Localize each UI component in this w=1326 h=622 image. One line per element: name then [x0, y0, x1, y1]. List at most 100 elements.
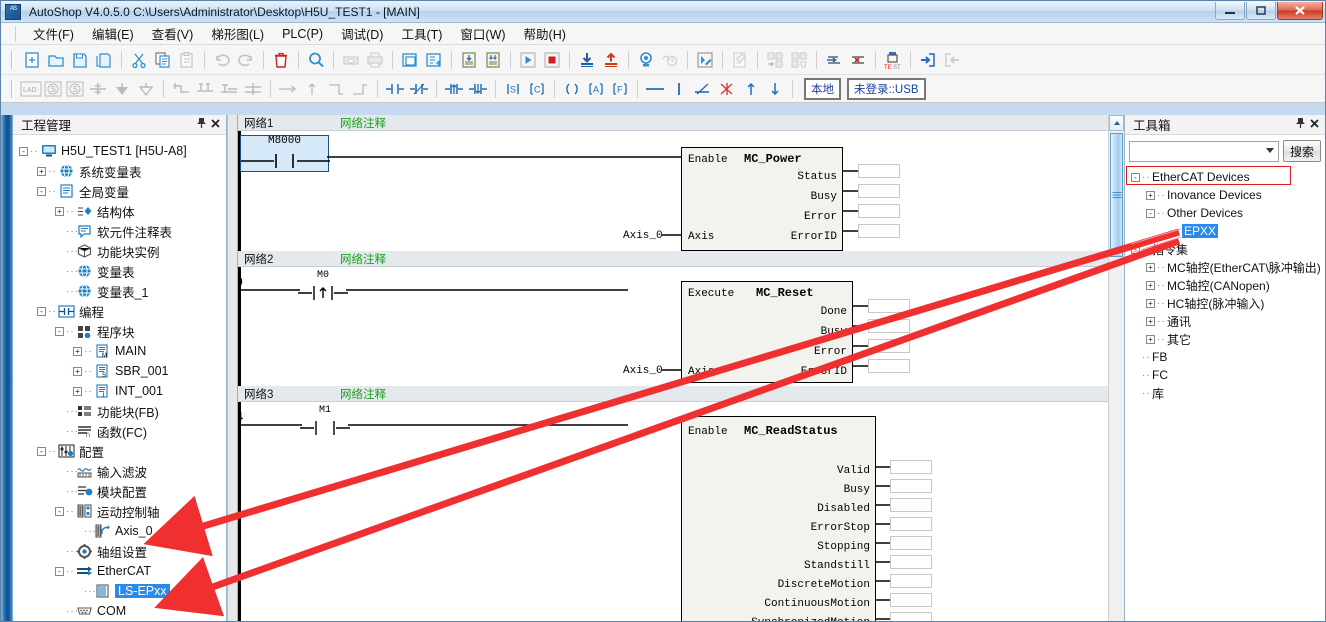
tree-item-[interactable]: ··· 输入滤波 [19, 461, 226, 481]
branch-right-icon[interactable] [169, 78, 193, 100]
network-2-output-3-value[interactable] [868, 359, 910, 373]
write-mode-icon[interactable] [693, 49, 717, 71]
undo-icon[interactable] [210, 49, 234, 71]
contact-nc-icon[interactable] [407, 78, 431, 100]
tree-item-[interactable]: ··· 变量表 [19, 261, 226, 281]
line-horizontal-icon[interactable] [276, 78, 300, 100]
collapse-toggle-icon[interactable]: - [1131, 172, 1140, 182]
line-up-icon[interactable] [300, 78, 324, 100]
test-usb-icon[interactable]: TE ST [881, 49, 905, 71]
upload-from-plc-icon[interactable] [599, 49, 623, 71]
close-icon[interactable] [208, 118, 222, 132]
expand-toggle-icon[interactable]: + [73, 346, 82, 356]
menu-help[interactable]: 帮助(H) [515, 22, 575, 45]
network-1-output-1-value[interactable] [858, 184, 900, 198]
network-1-contact[interactable]: M8000 [240, 135, 330, 172]
open-folder-icon[interactable] [44, 49, 68, 71]
contact-no-icon[interactable] [383, 78, 407, 100]
tree-item-[interactable]: ··· 模块配置 [19, 481, 226, 501]
collapse-toggle-icon[interactable]: - [55, 326, 64, 336]
delete-vline-icon[interactable] [715, 78, 739, 100]
collapse-toggle-icon[interactable]: - [55, 566, 64, 576]
insert-row-icon[interactable] [822, 49, 846, 71]
network-2-axis-value[interactable]: Axis_0 [623, 365, 663, 377]
logout-icon[interactable] [940, 49, 964, 71]
toolbox-tree[interactable]: - ·· EtherCAT Devices + ·· Inovance Devices - ·… [1125, 166, 1325, 402]
expand-toggle-icon[interactable]: + [1146, 316, 1155, 326]
monitor-clock-icon[interactable] [658, 49, 682, 71]
insert-vertical-icon[interactable] [86, 78, 110, 100]
tree-item-[interactable]: ··· 功能块实例 [19, 241, 226, 261]
expand-toggle-icon[interactable]: + [1146, 298, 1155, 308]
tree-item-main[interactable]: + ·· M MAIN [19, 341, 226, 361]
login-icon[interactable] [916, 49, 940, 71]
tree-item-[interactable]: ··· 软元件注释表 [19, 221, 226, 241]
window-export-icon[interactable] [422, 49, 446, 71]
coil-icon[interactable] [560, 78, 584, 100]
apply-a-icon[interactable]: A [584, 78, 608, 100]
tree-item-int-001[interactable]: + ·· I INT_001 [19, 381, 226, 401]
tree-item-ls-epxx[interactable]: ··· LS-EPxx [19, 581, 226, 601]
redo-icon[interactable] [234, 49, 258, 71]
menu-window[interactable]: 窗口(W) [451, 22, 514, 45]
copy-icon[interactable] [151, 49, 175, 71]
network-3-output-4-value[interactable] [890, 536, 932, 550]
project-tree[interactable]: - ·· H5U_TEST1 [H5U-A8] + ·· 系统变量表 - ·· 全局变量 + ·· 结… [13, 135, 226, 621]
menu-plc[interactable]: PLC(P) [273, 25, 332, 43]
tree-item-sbr-001[interactable]: + ·· S SBR_001 [19, 361, 226, 381]
download-doc-all-icon[interactable] [481, 49, 505, 71]
corner-up-icon[interactable] [348, 78, 372, 100]
menu-view[interactable]: 查看(V) [143, 22, 203, 45]
contact-rising-icon[interactable] [442, 78, 466, 100]
collapse-toggle-icon[interactable]: - [37, 186, 46, 196]
expand-toggle-icon[interactable]: + [55, 206, 64, 216]
expand-toggle-icon[interactable]: + [73, 386, 82, 396]
cut-icon[interactable] [127, 49, 151, 71]
collapse-toggle-icon[interactable]: - [1146, 208, 1155, 218]
print-preview-icon[interactable] [339, 49, 363, 71]
ladder-vertical-scrollbar[interactable] [1108, 115, 1124, 621]
scroll-up-arrow-icon[interactable] [1109, 115, 1124, 131]
menu-debug[interactable]: 调试(D) [332, 22, 392, 45]
find-icon[interactable] [304, 49, 328, 71]
toolbox-item-mc-canopen[interactable]: + ·· MC轴控(CANopen) [1129, 276, 1325, 294]
network-2-output-0-value[interactable] [868, 299, 910, 313]
stl-mode-icon[interactable]: S [42, 78, 64, 100]
expand-toggle-icon[interactable]: + [1146, 334, 1155, 344]
network-1-comment[interactable]: 网络注释 [340, 115, 386, 131]
arrow-down-icon[interactable] [763, 78, 787, 100]
network-3-function-block[interactable]: Enable MC_ReadStatus Valid Busy Disabled… [681, 416, 876, 621]
tree-item-[interactable]: - ·· 配置 [19, 441, 226, 461]
stop-icon[interactable] [540, 49, 564, 71]
expand-toggle-icon[interactable]: + [37, 166, 46, 176]
close-button[interactable] [1277, 2, 1323, 20]
network-1-axis-value[interactable]: Axis_0 [623, 230, 663, 242]
network-1-output-0-value[interactable] [858, 164, 900, 178]
toolbar-grip[interactable] [11, 50, 14, 69]
menu-ladder[interactable]: 梯形图(L) [202, 22, 273, 45]
toolbox-item-ethercat-devices[interactable]: - ·· EtherCAT Devices [1129, 168, 1325, 186]
toolbox-item-[interactable]: ·· 库 [1129, 384, 1325, 402]
tree-item-[interactable]: + ·· 系统变量表 [19, 161, 226, 181]
delete-icon[interactable] [269, 49, 293, 71]
expand-toggle-icon[interactable]: + [1146, 280, 1155, 290]
save-icon[interactable] [68, 49, 92, 71]
tree-item-[interactable]: ··· 轴组设置 [19, 541, 226, 561]
minimize-button[interactable] [1215, 2, 1245, 20]
maximize-button[interactable] [1246, 2, 1276, 20]
download-doc-icon[interactable] [457, 49, 481, 71]
contact-falling-icon[interactable] [466, 78, 490, 100]
tree-item-axis-0[interactable]: ··· Axis_0 [19, 521, 226, 541]
window-tile-icon[interactable] [398, 49, 422, 71]
edit-note-icon[interactable] [728, 49, 752, 71]
crossref-icon[interactable] [763, 49, 787, 71]
menu-edit[interactable]: 编辑(E) [83, 22, 143, 45]
expand-toggle-icon[interactable]: + [1146, 190, 1155, 200]
pin-icon[interactable] [1293, 117, 1307, 132]
tree-item-com[interactable]: ··· COM [19, 601, 226, 621]
monitor-icon[interactable] [634, 49, 658, 71]
network-3-output-1-value[interactable] [890, 479, 932, 493]
tree-item-fb[interactable]: ··· 功能块(FB) [19, 401, 226, 421]
menu-tools[interactable]: 工具(T) [392, 22, 451, 45]
reset-coil-icon[interactable]: C [525, 78, 549, 100]
